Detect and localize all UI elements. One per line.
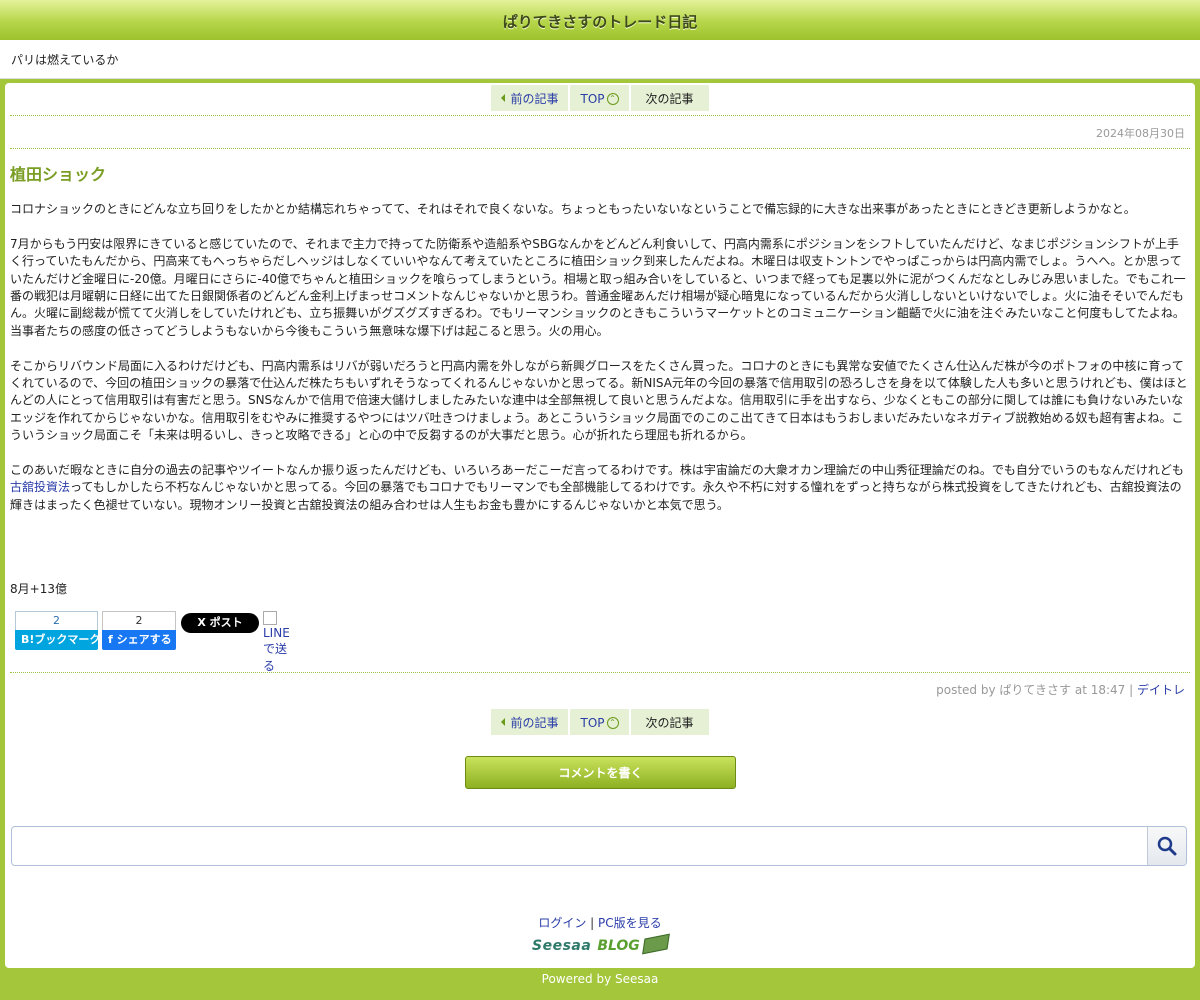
arrow-up-icon: ⌃	[606, 93, 619, 105]
furutachi-method-link[interactable]: 古舘投資法	[10, 480, 70, 494]
site-header: ぱりてきさすのトレード日記	[0, 0, 1200, 40]
seesaa-blog-logo[interactable]: Seesaa BLOG	[532, 933, 670, 956]
search-icon	[1157, 836, 1177, 856]
posted-by: posted by ぱりてきさす at 18:47 | デイトレ	[936, 683, 1185, 697]
site-title[interactable]: ぱりてきさすのトレード日記	[0, 0, 1200, 44]
article-paragraph: コロナショックのときにどんな立ち回りをしたかとか結構忘れちゃってて、それはそれで…	[10, 202, 1136, 216]
site-subtitle: パリは燃えているか	[11, 53, 119, 67]
footer-links: ログイン | PC版を見る	[538, 916, 662, 930]
site-subtitle-bar: パリは燃えているか	[0, 40, 1200, 79]
search-input[interactable]	[16, 831, 1140, 861]
main-panel: 前の記事 TOP ⌃ 次の記事 2024年08月30日 植田ショック コロナショックの…	[5, 83, 1195, 968]
broken-image-icon	[263, 611, 277, 625]
article-body: コロナショックのときにどんな立ち回りをしたかとか結構忘れちゃってて、それはそれで…	[10, 201, 1190, 532]
facebook-count: 2	[102, 611, 176, 630]
line-share-link[interactable]: LINEで送る	[263, 611, 290, 674]
prev-article-button[interactable]: 前の記事	[491, 85, 569, 111]
article-title[interactable]: 植田ショック	[10, 161, 106, 185]
x-post-button[interactable]: X ポスト	[181, 613, 259, 633]
search-button[interactable]	[1147, 827, 1186, 865]
facebook-label: f シェアする	[102, 630, 176, 650]
prev-article-button[interactable]: 前の記事	[491, 709, 569, 735]
powered-by: Powered by Seesaa	[541, 972, 659, 986]
search-box	[11, 826, 1187, 866]
chevron-left-icon	[501, 94, 506, 102]
top-button[interactable]: TOP ⌃	[570, 85, 629, 111]
divider	[10, 672, 1190, 673]
article-paragraph: そこからリバウンド局面に入るわけだけども、円高内需系はリバが弱いだろうと円高内需…	[10, 358, 1188, 443]
divider	[10, 148, 1190, 149]
hatena-label: B!ブックマーク	[15, 630, 98, 650]
category-link[interactable]: デイトレ	[1137, 683, 1185, 697]
facebook-share-button[interactable]: 2 f シェアする	[102, 611, 176, 650]
pc-view-link[interactable]: PC版を見る	[598, 916, 662, 930]
top-pager: 前の記事 TOP ⌃ 次の記事	[5, 85, 1195, 111]
profit-line: 8月+13億	[10, 582, 67, 596]
top-button[interactable]: TOP ⌃	[570, 709, 629, 735]
article-paragraph: 7月からもう円安は限界にきていると感じていたので、それまで主力で持ってた防衛系や…	[10, 236, 1186, 338]
book-icon	[641, 933, 670, 955]
divider	[10, 115, 1190, 116]
bottom-pager: 前の記事 TOP ⌃ 次の記事	[5, 709, 1195, 735]
article-date: 2024年08月30日	[1096, 127, 1185, 140]
arrow-up-icon: ⌃	[606, 717, 619, 729]
chevron-left-icon	[501, 718, 506, 726]
next-article-button[interactable]: 次の記事	[630, 709, 709, 735]
article-paragraph: このあいだ暇なときに自分の過去の記事やツイートなんか振り返ったんだけども、いろい…	[10, 463, 1184, 512]
next-article-button[interactable]: 次の記事	[630, 85, 709, 111]
hatena-bookmark-button[interactable]: 2 B!ブックマーク	[15, 611, 98, 650]
hatena-count: 2	[15, 611, 98, 630]
write-comment-button[interactable]: コメントを書く	[465, 756, 736, 789]
login-link[interactable]: ログイン	[538, 916, 586, 930]
